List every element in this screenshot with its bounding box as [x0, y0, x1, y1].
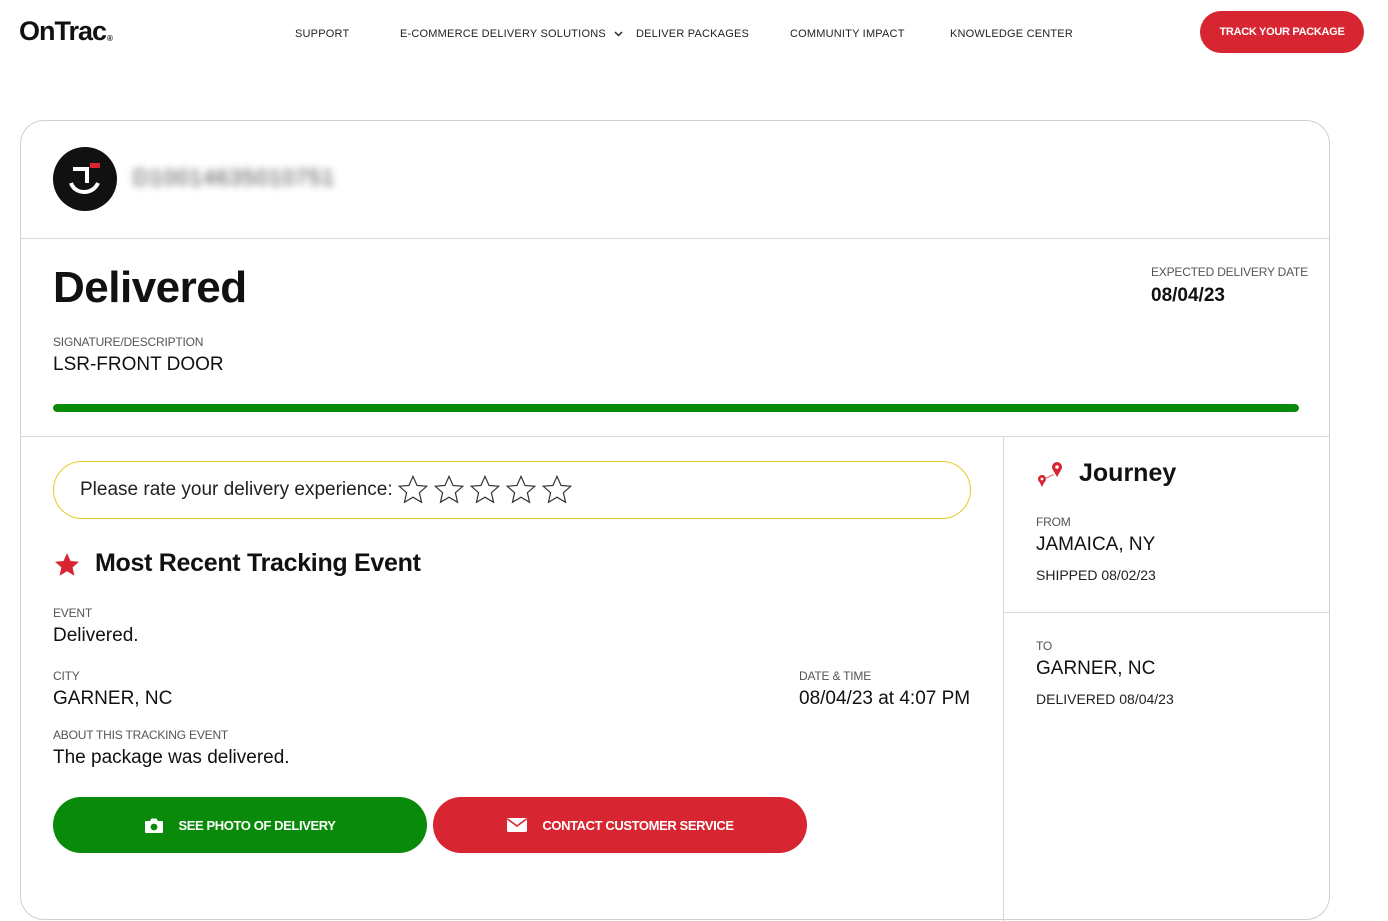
signature-value: LSR-FRONT DOOR	[53, 354, 224, 375]
site-header: OnTrac® SUPPORT E-COMMERCE DELIVERY SOLU…	[0, 0, 1388, 66]
nav-community-label: COMMUNITY IMPACT	[790, 28, 905, 40]
expected-delivery-date: 08/04/23	[1151, 285, 1225, 306]
event-label: EVENT	[53, 606, 93, 620]
journey-title: Journey	[1079, 459, 1177, 487]
rating-star-icon[interactable]	[541, 474, 573, 506]
from-value: JAMAICA, NY	[1036, 534, 1156, 555]
nav-knowledge-label: KNOWLEDGE CENTER	[950, 28, 1073, 40]
track-your-package-button[interactable]: TRACK YOUR PACKAGE	[1200, 11, 1364, 53]
contact-customer-service-button[interactable]: CONTACT CUSTOMER SERVICE	[433, 797, 807, 853]
nav-deliver-label: DELIVER PACKAGES	[636, 28, 750, 40]
rating-star-icon[interactable]	[433, 474, 465, 506]
see-photo-label: SEE PHOTO OF DELIVERY	[178, 817, 336, 833]
star-icon	[54, 553, 80, 576]
envelope-icon	[507, 818, 528, 832]
city-label: CITY	[53, 669, 80, 683]
city-value: GARNER, NC	[53, 688, 173, 709]
to-label: TO	[1036, 639, 1053, 653]
from-label: FROM	[1036, 515, 1071, 529]
divider	[21, 238, 1329, 239]
delivery-progress-fill	[53, 404, 1299, 412]
tracking-card: D10014635010751 Delivered EXPECTED DELIV…	[20, 120, 1330, 921]
delivery-rating-box: Please rate your delivery experience:	[53, 461, 971, 519]
delivery-status: Delivered	[53, 263, 247, 312]
rating-prompt: Please rate your delivery experience:	[80, 479, 393, 500]
delivery-progress-bar	[53, 404, 1299, 412]
divider	[1004, 612, 1329, 613]
recent-event-title: Most Recent Tracking Event	[95, 549, 421, 577]
logo-text: OnTrac	[19, 16, 107, 46]
rating-stars	[397, 474, 577, 506]
rating-star-icon[interactable]	[469, 474, 501, 506]
nav-support-label: SUPPORT	[295, 28, 350, 40]
route-pin-icon	[1038, 462, 1062, 487]
to-value: GARNER, NC	[1036, 658, 1156, 679]
logo-mark: ®	[107, 34, 113, 43]
chevron-down-icon	[614, 28, 623, 40]
ontrac-avatar-icon	[53, 147, 117, 211]
nav-community-impact[interactable]: COMMUNITY IMPACT	[790, 28, 905, 40]
nav-deliver-packages[interactable]: DELIVER PACKAGES	[636, 28, 749, 40]
delivered-date: DELIVERED 08/04/23	[1036, 691, 1174, 707]
divider	[21, 436, 1329, 437]
column-divider	[1003, 437, 1004, 921]
nav-ecommerce-solutions[interactable]: E-COMMERCE DELIVERY SOLUTIONS	[400, 28, 623, 40]
about-event-label: ABOUT THIS TRACKING EVENT	[53, 728, 229, 742]
event-value: Delivered.	[53, 625, 139, 646]
nav-knowledge-center[interactable]: KNOWLEDGE CENTER	[950, 28, 1073, 40]
nav-ecommerce-label: E-COMMERCE DELIVERY SOLUTIONS	[400, 28, 606, 40]
shipped-date: SHIPPED 08/02/23	[1036, 567, 1156, 583]
camera-icon	[145, 818, 164, 833]
contact-label: CONTACT CUSTOMER SERVICE	[542, 817, 734, 833]
signature-label: SIGNATURE/DESCRIPTION	[53, 335, 204, 349]
datetime-value: 08/04/23 at 4:07 PM	[799, 688, 971, 709]
ontrac-logo[interactable]: OnTrac®	[19, 16, 113, 47]
nav-support[interactable]: SUPPORT	[295, 28, 349, 40]
expected-delivery-label: EXPECTED DELIVERY DATE	[1151, 265, 1308, 279]
rating-star-icon[interactable]	[505, 474, 537, 506]
datetime-label: DATE & TIME	[799, 669, 872, 683]
about-event-value: The package was delivered.	[53, 747, 290, 768]
see-photo-button[interactable]: SEE PHOTO OF DELIVERY	[53, 797, 427, 853]
tracking-number: D10014635010751	[133, 165, 336, 190]
rating-star-icon[interactable]	[397, 474, 429, 506]
